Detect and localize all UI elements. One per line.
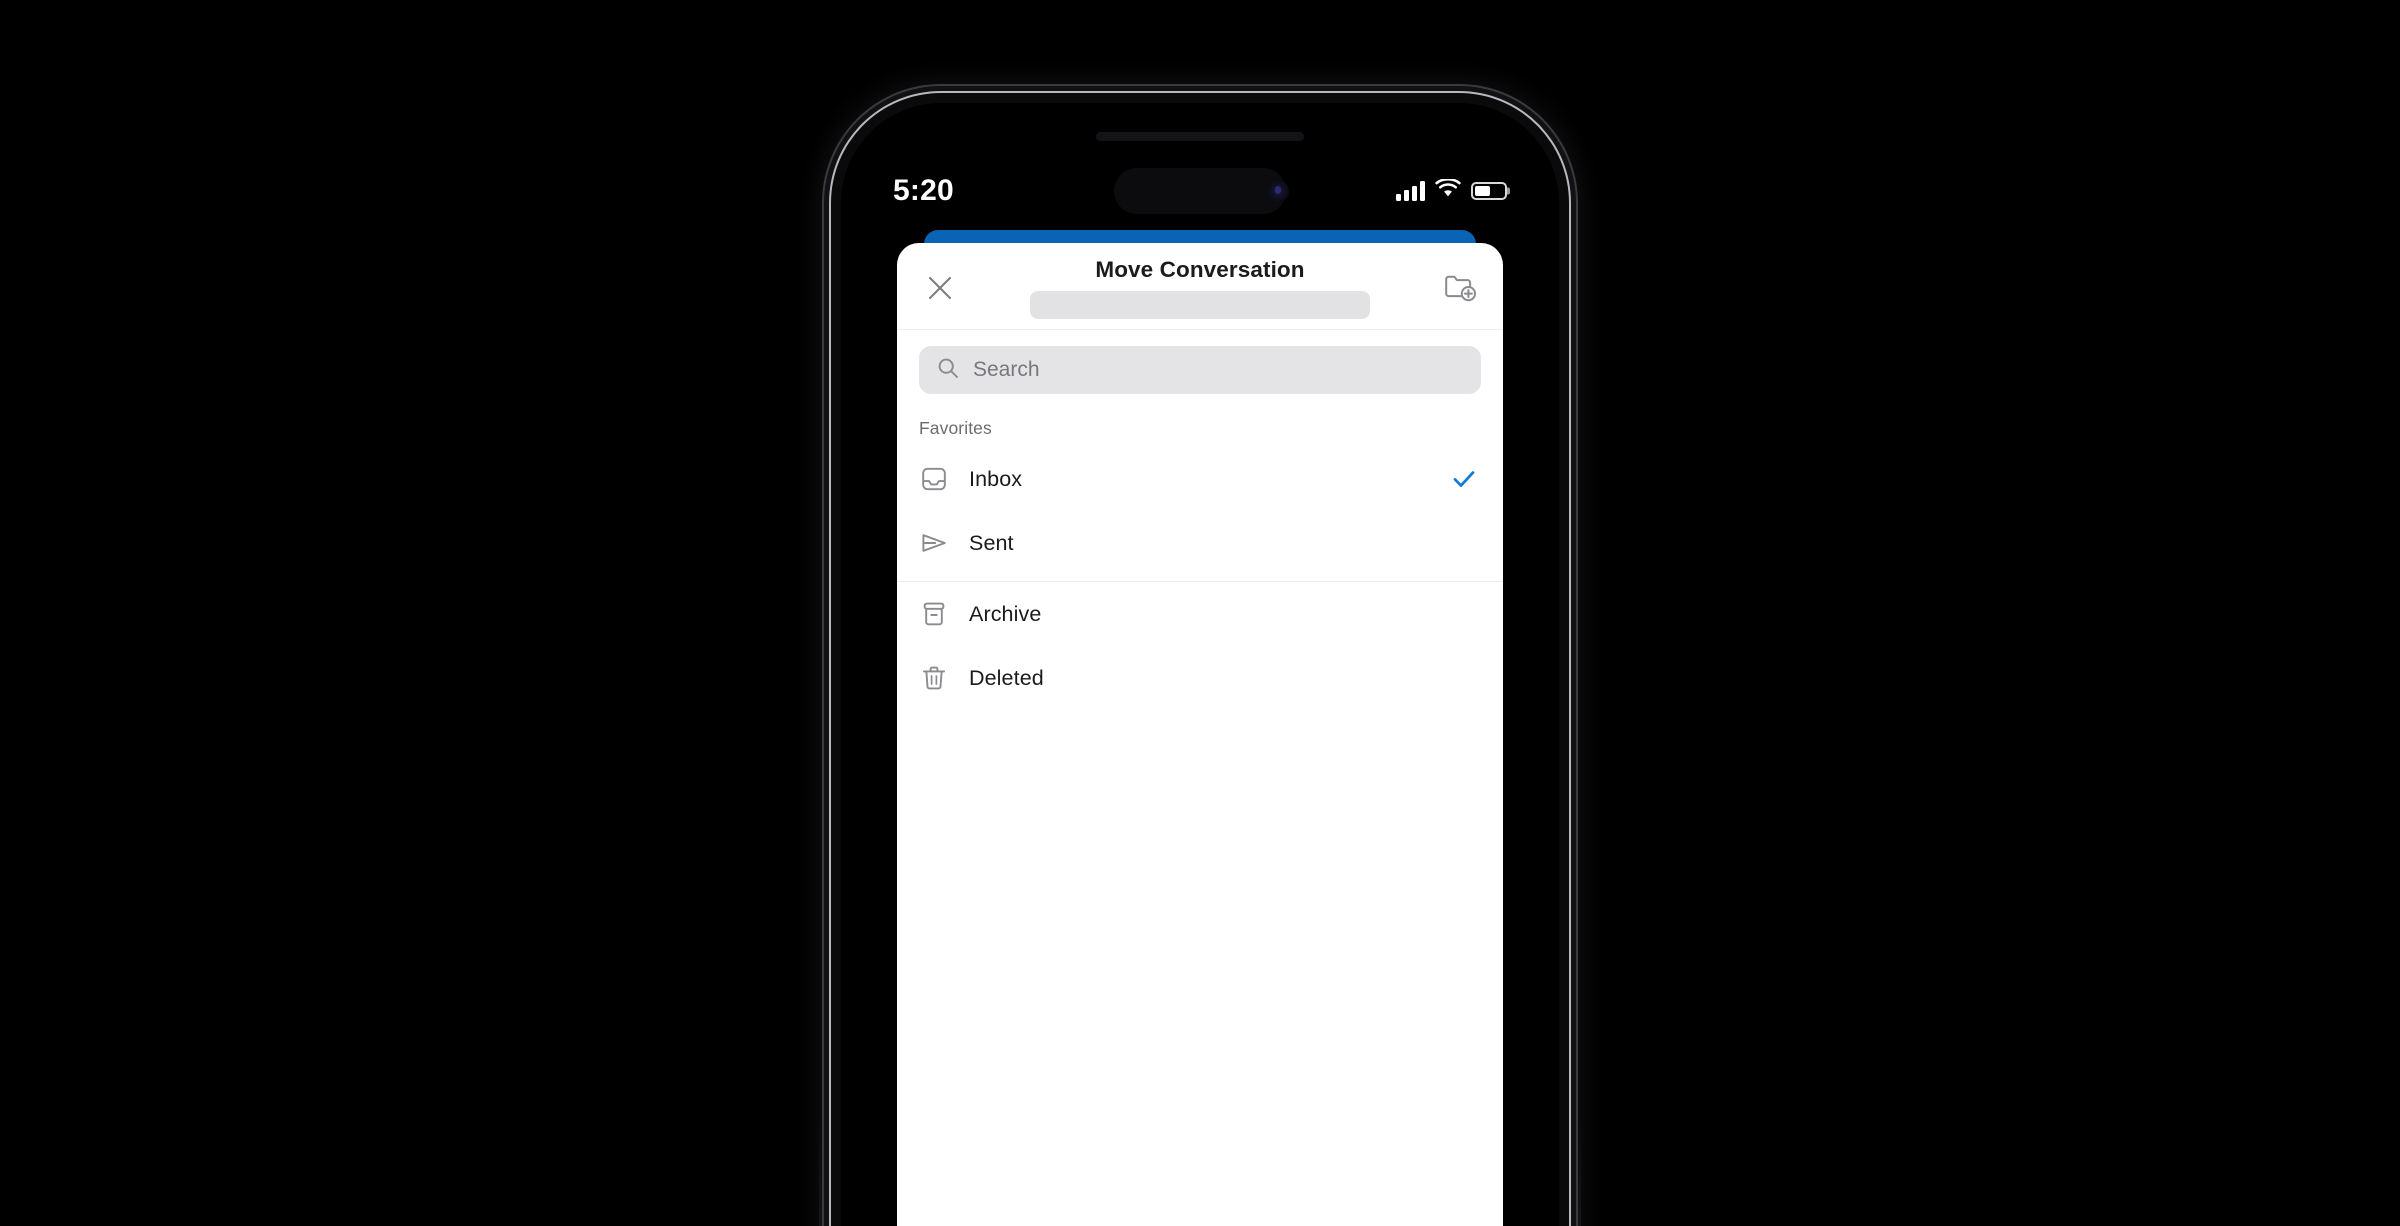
folder-plus-icon: [1445, 275, 1476, 302]
power-button[interactable]: [1569, 560, 1576, 710]
list-item-label: Sent: [969, 530, 1014, 555]
silent-switch-button[interactable]: [824, 380, 831, 436]
search-input[interactable]: [973, 358, 1463, 382]
list-item-deleted[interactable]: Deleted: [897, 646, 1503, 710]
list-item-sent[interactable]: Sent: [897, 511, 1503, 575]
camera-lens-dot-icon: [1275, 186, 1281, 194]
list-item-label: Deleted: [969, 665, 1044, 690]
folder-group-favorites: Inbox Sent: [897, 447, 1503, 575]
dynamic-island[interactable]: [1114, 168, 1286, 214]
search-icon: [937, 357, 959, 384]
section-header-favorites: Favorites: [919, 418, 992, 438]
new-folder-button[interactable]: [1439, 266, 1481, 308]
archive-box-icon: [919, 599, 949, 629]
volume-up-button[interactable]: [824, 487, 831, 585]
list-item-label: Inbox: [969, 466, 1023, 491]
list-item-inbox[interactable]: Inbox: [897, 447, 1503, 511]
sheet-header: Move Conversation: [897, 243, 1503, 330]
list-item-archive[interactable]: Archive: [897, 582, 1503, 646]
subtitle-placeholder-skeleton: [1030, 291, 1370, 319]
move-conversation-sheet: Move Conversation Search Favorites Inbox…: [897, 243, 1503, 1226]
list-item-label: Archive: [969, 601, 1042, 626]
earpiece-speaker: [1096, 132, 1304, 141]
volume-down-button[interactable]: [824, 618, 831, 716]
page-title: Move Conversation: [1095, 257, 1305, 282]
search-container: [897, 330, 1503, 406]
folder-group-system: Archive Deleted: [897, 582, 1503, 710]
inbox-icon: [919, 464, 949, 494]
send-plane-icon: [919, 528, 949, 558]
screenshot-stage: 5:20 Move Conversation Search Favorites …: [0, 0, 2400, 1226]
search-field[interactable]: [919, 346, 1481, 394]
checkmark-icon: [1449, 464, 1479, 494]
trash-icon: [919, 663, 949, 693]
